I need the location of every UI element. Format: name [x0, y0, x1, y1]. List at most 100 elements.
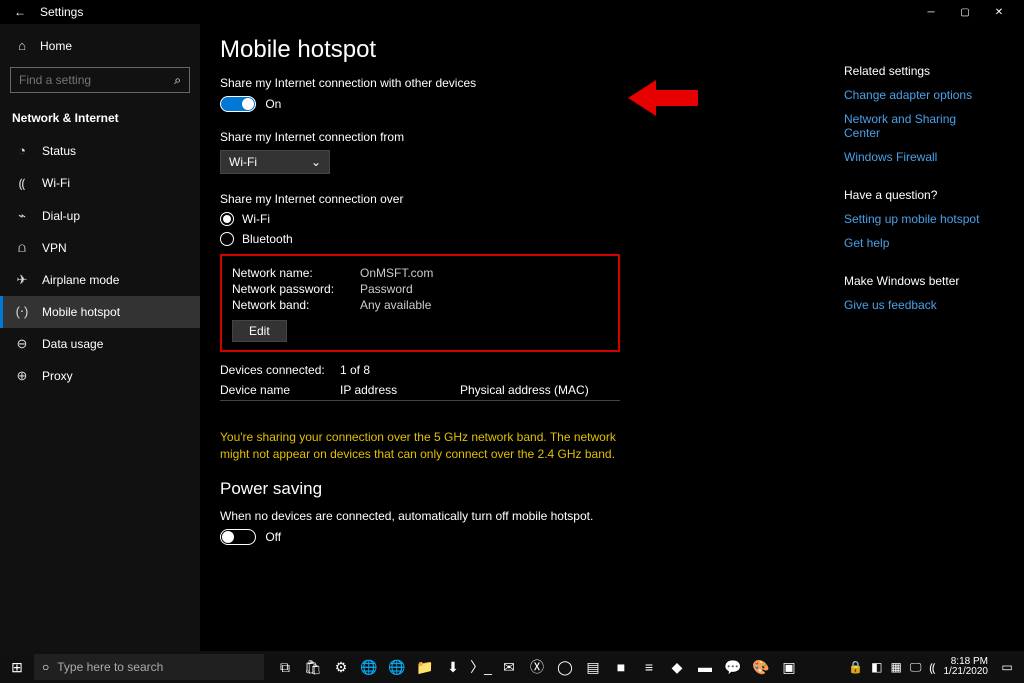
- item-label: Airplane mode: [42, 273, 119, 287]
- edit-button[interactable]: Edit: [232, 320, 287, 342]
- taskbar-search[interactable]: ○ Type here to search: [34, 654, 264, 680]
- proxy-icon: ⊕: [14, 368, 30, 384]
- search-input[interactable]: [19, 73, 174, 87]
- radio-label: Bluetooth: [242, 232, 293, 246]
- sidebar-home[interactable]: ⌂ Home: [0, 32, 200, 59]
- app-icon[interactable]: ■: [608, 654, 634, 680]
- link-adapter[interactable]: Change adapter options: [844, 88, 994, 102]
- from-select[interactable]: Wi-Fi ⌄: [220, 150, 330, 174]
- network-band-key: Network band:: [232, 298, 352, 312]
- item-label: VPN: [42, 241, 67, 255]
- tray-cc-icon[interactable]: ▦: [890, 660, 901, 674]
- action-center-icon[interactable]: ▭: [996, 660, 1018, 674]
- vpn-icon: ⩍: [14, 240, 30, 256]
- sidebar-item-hotspot[interactable]: (⋅) Mobile hotspot: [0, 296, 200, 328]
- band-warning: You're sharing your connection over the …: [220, 429, 620, 463]
- related-title: Related settings: [844, 64, 994, 78]
- edge-dev-icon[interactable]: 🌐: [384, 654, 410, 680]
- task-view-icon[interactable]: ⧉: [272, 654, 298, 680]
- network-name-key: Network name:: [232, 266, 352, 280]
- close-button[interactable]: ✕: [982, 7, 1016, 18]
- link-firewall[interactable]: Windows Firewall: [844, 150, 994, 164]
- sidebar-section: Network & Internet: [0, 101, 200, 135]
- tray-lock-icon[interactable]: 🔒: [848, 660, 863, 674]
- sidebar-item-proxy[interactable]: ⊕ Proxy: [0, 360, 200, 392]
- wifi-icon: ⸨: [14, 174, 30, 192]
- sidebar-item-vpn[interactable]: ⩍ VPN: [0, 232, 200, 264]
- sidebar-search[interactable]: ⌕: [10, 67, 190, 93]
- airplane-icon: ✈: [14, 272, 30, 288]
- devices-table: Devices connected: 1 of 8 Device name IP…: [220, 360, 620, 401]
- minimize-button[interactable]: ─: [914, 7, 948, 18]
- window-title: Settings: [40, 5, 83, 19]
- sidebar-item-dialup[interactable]: ⌁ Dial-up: [0, 200, 200, 232]
- sidebar-item-wifi[interactable]: ⸨ Wi-Fi: [0, 166, 200, 200]
- item-label: Proxy: [42, 369, 73, 383]
- email-icon[interactable]: ✉: [496, 654, 522, 680]
- start-button[interactable]: ⊞: [0, 659, 34, 676]
- item-label: Wi-Fi: [42, 176, 70, 190]
- network-band-value: Any available: [360, 298, 431, 312]
- radio-icon: [220, 212, 234, 226]
- tray-display-icon[interactable]: 🖵: [910, 660, 922, 675]
- link-get-help[interactable]: Get help: [844, 236, 994, 250]
- camera-icon[interactable]: ▣: [776, 654, 802, 680]
- from-value: Wi-Fi: [229, 155, 257, 169]
- home-icon: ⌂: [14, 38, 30, 53]
- store-icon[interactable]: 🛍: [300, 654, 326, 680]
- sidebar-item-datausage[interactable]: ⊖ Data usage: [0, 328, 200, 360]
- sidebar-item-status[interactable]: ◔ Status: [0, 135, 200, 166]
- power-saving-state: Off: [265, 530, 281, 544]
- better-title: Make Windows better: [844, 274, 994, 288]
- taskbar-clock[interactable]: 8:18 PM 1/21/2020: [944, 657, 989, 677]
- question-title: Have a question?: [844, 188, 994, 202]
- sidebar-item-airplane[interactable]: ✈ Airplane mode: [0, 264, 200, 296]
- power-saving-toggle[interactable]: [220, 529, 256, 545]
- downloads-icon[interactable]: ⬇: [440, 654, 466, 680]
- radio-label: Wi-Fi: [242, 212, 270, 226]
- col-mac: Physical address (MAC): [460, 383, 620, 397]
- search-icon: ⌕: [174, 73, 181, 88]
- col-ip: IP address: [340, 383, 460, 397]
- link-setup-hotspot[interactable]: Setting up mobile hotspot: [844, 212, 994, 226]
- edge-icon[interactable]: 🌐: [356, 654, 382, 680]
- right-pane: Related settings Change adapter options …: [844, 64, 994, 336]
- item-label: Dial-up: [42, 209, 80, 223]
- search-icon: ○: [42, 660, 49, 674]
- network-pass-value: Password: [360, 282, 413, 296]
- android-icon[interactable]: ◆: [664, 654, 690, 680]
- network-info-box: Network name: OnMSFT.com Network passwor…: [220, 254, 620, 352]
- xbox-icon[interactable]: Ⓧ: [524, 654, 550, 680]
- share-toggle[interactable]: [220, 96, 256, 112]
- network-pass-key: Network password:: [232, 282, 352, 296]
- terminal-icon[interactable]: 〉_: [468, 654, 494, 680]
- system-tray: 🔒 ◧ ▦ 🖵 ⸨ 8:18 PM 1/21/2020 ▭: [848, 657, 1024, 677]
- item-label: Mobile hotspot: [42, 305, 120, 319]
- taskbar-date: 1/21/2020: [944, 667, 989, 677]
- settings-icon[interactable]: ⚙: [328, 654, 354, 680]
- tray-profiler-icon[interactable]: ◧: [871, 660, 882, 674]
- radio-icon: [220, 232, 234, 246]
- calculator-icon[interactable]: ▤: [580, 654, 606, 680]
- explorer-icon[interactable]: 📁: [412, 654, 438, 680]
- datausage-icon: ⊖: [14, 336, 30, 352]
- network-name-value: OnMSFT.com: [360, 266, 433, 280]
- maximize-button[interactable]: ▢: [948, 7, 982, 18]
- cortana-icon[interactable]: ◯: [552, 654, 578, 680]
- paint-icon[interactable]: 🎨: [748, 654, 774, 680]
- taskbar: ⊞ ○ Type here to search ⧉ 🛍 ⚙ 🌐 🌐 📁 ⬇ 〉_…: [0, 651, 1024, 683]
- dialup-icon: ⌁: [14, 208, 30, 224]
- share-toggle-state: On: [265, 97, 281, 111]
- tray-wifi-icon[interactable]: ⸨: [929, 659, 935, 676]
- link-sharing-center[interactable]: Network and Sharing Center: [844, 112, 994, 140]
- link-feedback[interactable]: Give us feedback: [844, 298, 994, 312]
- devices-connected-key: Devices connected:: [220, 363, 340, 377]
- app2-icon[interactable]: ≡: [636, 654, 662, 680]
- status-icon: ◔: [14, 143, 30, 158]
- chat-icon[interactable]: 💬: [720, 654, 746, 680]
- monitor-icon[interactable]: ▬: [692, 654, 718, 680]
- back-button[interactable]: ←: [8, 5, 32, 19]
- taskbar-search-label: Type here to search: [57, 660, 163, 674]
- page-title: Mobile hotspot: [220, 36, 1004, 64]
- chevron-down-icon: ⌄: [311, 155, 321, 169]
